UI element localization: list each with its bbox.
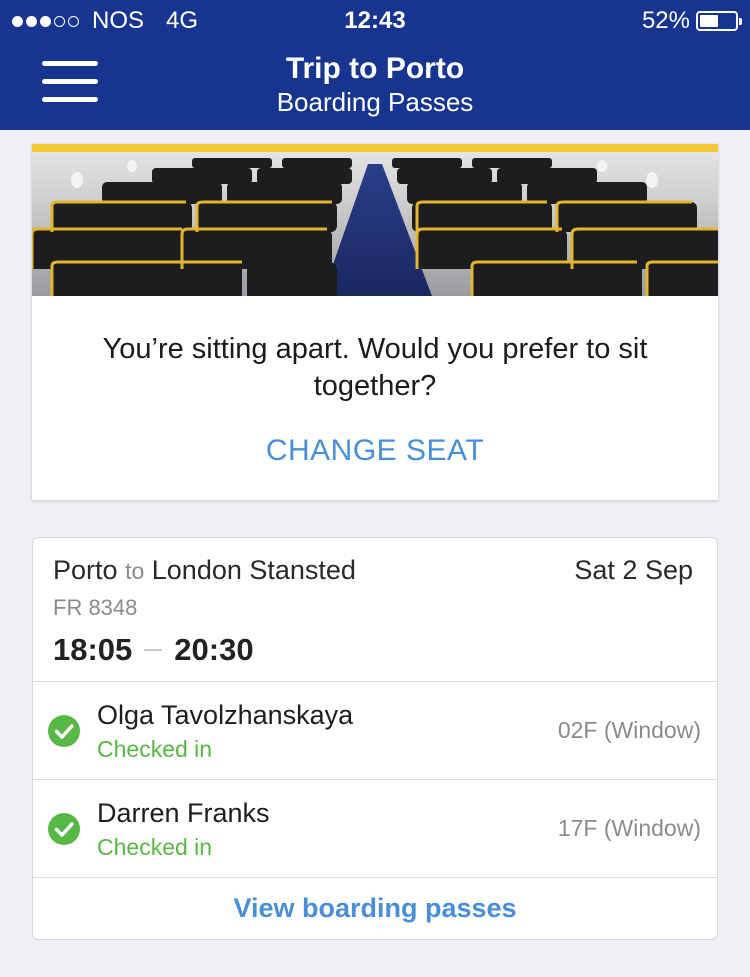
view-boarding-passes-button[interactable]: View boarding passes <box>33 893 717 924</box>
status-right: 52% <box>641 7 742 35</box>
checkmark-circle-icon <box>48 715 80 747</box>
route-connector: to <box>125 558 145 584</box>
flight-number: FR 8348 <box>53 595 138 620</box>
checkin-status: Checked in <box>97 736 213 762</box>
passenger-row[interactable]: Darren Franks Checked in 17F (Window) <box>33 779 717 878</box>
checkin-status: Checked in <box>97 834 213 860</box>
change-seat-button[interactable]: CHANGE SEAT <box>32 434 718 468</box>
app-header: NOS 4G 12:43 52% Trip to Porto Boarding … <box>0 0 750 130</box>
origin-city: Porto <box>53 555 118 585</box>
seat-prompt-card: You’re sitting apart. Would you prefer t… <box>32 144 718 500</box>
checkmark-circle-icon <box>48 813 80 845</box>
flight-date: Sat 2 Sep <box>574 555 693 585</box>
header-titles: Trip to Porto Boarding Passes <box>0 52 750 118</box>
battery-percent: 52% <box>641 7 690 34</box>
page-title: Trip to Porto <box>285 52 465 85</box>
status-time: 12:43 <box>344 7 406 34</box>
seat-assignment: 17F (Window) <box>557 815 701 841</box>
departure-time: 18:05 <box>53 632 133 667</box>
destination-city: London Stansted <box>151 555 356 585</box>
battery-nub <box>739 18 742 25</box>
seat-assignment: 02F (Window) <box>557 717 701 743</box>
arrival-time: 20:30 <box>174 632 254 667</box>
time-separator <box>144 649 163 651</box>
passenger-name: Darren Franks <box>97 798 270 828</box>
battery-level <box>700 15 718 27</box>
cabin-illustration <box>32 144 718 296</box>
passenger-row[interactable]: Olga Tavolzhanskaya Checked in 02F (Wind… <box>33 681 717 780</box>
flight-times: 18:05 20:30 <box>53 632 254 668</box>
status-bar: NOS 4G 12:43 52% <box>0 0 750 40</box>
page-subtitle: Boarding Passes <box>276 87 474 117</box>
flight-route: Porto to London Stansted <box>53 555 356 586</box>
passenger-name: Olga Tavolzhanskaya <box>97 700 354 730</box>
cabin-seats-image <box>32 144 718 296</box>
sit-apart-message: You’re sitting apart. Would you prefer t… <box>102 333 648 402</box>
flight-summary: Porto to London Stansted Sat 2 Sep FR 83… <box>33 538 717 682</box>
flight-card: Porto to London Stansted Sat 2 Sep FR 83… <box>32 537 718 940</box>
battery-icon <box>696 11 742 31</box>
